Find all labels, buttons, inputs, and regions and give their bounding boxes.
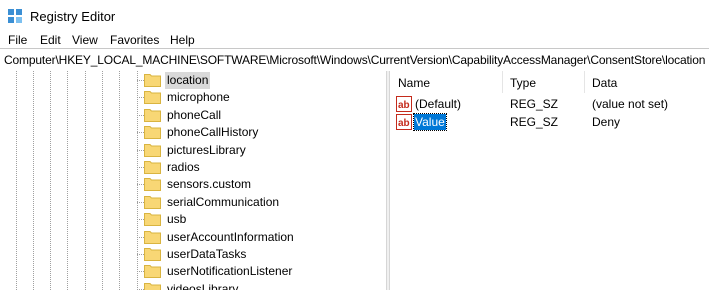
tree-item-label: location [165,72,211,89]
tree-item-usernotificationlistener[interactable]: userNotificationListener [0,263,386,280]
tree-item-label: userAccountInformation [167,229,294,244]
menu-view[interactable]: View [72,32,98,48]
tree-guide-line [137,167,144,168]
folder-icon [144,282,161,290]
column-type[interactable]: Type [510,76,536,90]
tree-item-label: usb [167,212,187,227]
folder-icon [144,108,161,122]
column-separator[interactable] [584,71,585,93]
menu-bar: File Edit View Favorites Help [0,32,711,48]
folder-icon [144,161,161,174]
value-data: Deny [592,115,621,129]
tree-guide-line [137,184,144,186]
folder-icon [144,126,161,140]
folder-icon [144,248,161,261]
tree-item-label: serialCommunication [167,194,280,209]
tree-item-label: videosLibrary [167,281,239,290]
tree-item-location[interactable]: location [0,72,386,89]
tree-guide-line [137,149,144,151]
column-separator[interactable] [502,71,503,93]
tree-item-label: sensors.custom [167,177,252,192]
tree-guide-line [137,271,144,273]
column-data[interactable]: Data [592,76,617,90]
folder-icon [144,195,161,209]
tree-guide-line [137,219,144,221]
tree-item-usb[interactable]: usb [0,211,386,228]
tree-guide-line [137,254,144,255]
string-value-icon: ab [396,114,412,130]
tree-item-sensors-custom[interactable]: sensors.custom [0,176,386,193]
tree-item-label: microphone [167,90,230,105]
menu-edit[interactable]: Edit [40,32,61,48]
svg-text:ab: ab [398,118,410,129]
string-value-icon: ab [396,96,412,112]
tree-item-userdatatasks[interactable]: userDataTasks [0,246,386,263]
menu-favorites[interactable]: Favorites [110,32,159,48]
folder-icon [144,230,161,244]
address-bar[interactable]: Computer\HKEY_LOCAL_MACHINE\SOFTWARE\Mic… [0,48,709,72]
value-row-selected[interactable]: ab Value REG_SZ Deny [390,113,711,131]
tree-item-pictureslibrary[interactable]: picturesLibrary [0,142,386,159]
tree-guide-line [137,236,144,238]
folder-icon [144,91,161,105]
tree-item-label: phoneCall [167,107,222,122]
folder-icon [144,143,161,157]
title-bar: Registry Editor [0,0,711,32]
tree-guide-line [137,80,144,81]
tree-item-label: userDataTasks [167,247,247,261]
column-header: Name Type Data [390,71,711,93]
column-name[interactable]: Name [398,76,430,90]
tree-item-phonecallhistory[interactable]: phoneCallHistory [0,124,386,141]
address-path[interactable]: Computer\HKEY_LOCAL_MACHINE\SOFTWARE\Mic… [4,53,705,67]
registry-editor-icon [8,9,22,23]
menu-file[interactable]: File [8,32,27,48]
value-name: (Default) [415,97,462,111]
svg-text:ab: ab [398,100,410,111]
tree-item-useraccountinformation[interactable]: userAccountInformation [0,229,386,246]
tree-guide-line [137,97,144,99]
tree-guide-line [137,132,144,134]
tree-item-microphone[interactable]: microphone [0,89,386,106]
menu-help[interactable]: Help [170,32,195,48]
window-title: Registry Editor [30,9,116,24]
folder-icon [144,213,161,227]
tree-item-videoslibrary[interactable]: videosLibrary [0,281,386,290]
tree-item-label: phoneCallHistory [167,125,259,140]
tree-guide-line [137,201,144,203]
tree-item-label: picturesLibrary [167,142,246,157]
value-type: REG_SZ [510,97,559,111]
values-list[interactable]: Name Type Data ab (Default) REG_SZ (valu… [390,71,711,290]
tree-item-label: radios [167,160,200,174]
tree-item-radios[interactable]: radios [0,159,386,176]
key-tree[interactable]: location microphone phoneCall phoneCallHist… [0,71,386,290]
value-type: REG_SZ [510,115,559,129]
folder-icon [144,74,161,87]
tree-item-phonecall[interactable]: phoneCall [0,107,386,124]
tree-item-serialcommunication[interactable]: serialCommunication [0,194,386,211]
tree-guide-line [137,114,144,116]
tree-item-label: userNotificationListener [167,264,293,279]
value-name: Value [413,113,447,131]
value-data: (value not set) [592,97,669,111]
folder-icon [144,178,161,192]
folder-icon [144,265,161,279]
value-row[interactable]: ab (Default) REG_SZ (value not set) [390,95,711,113]
